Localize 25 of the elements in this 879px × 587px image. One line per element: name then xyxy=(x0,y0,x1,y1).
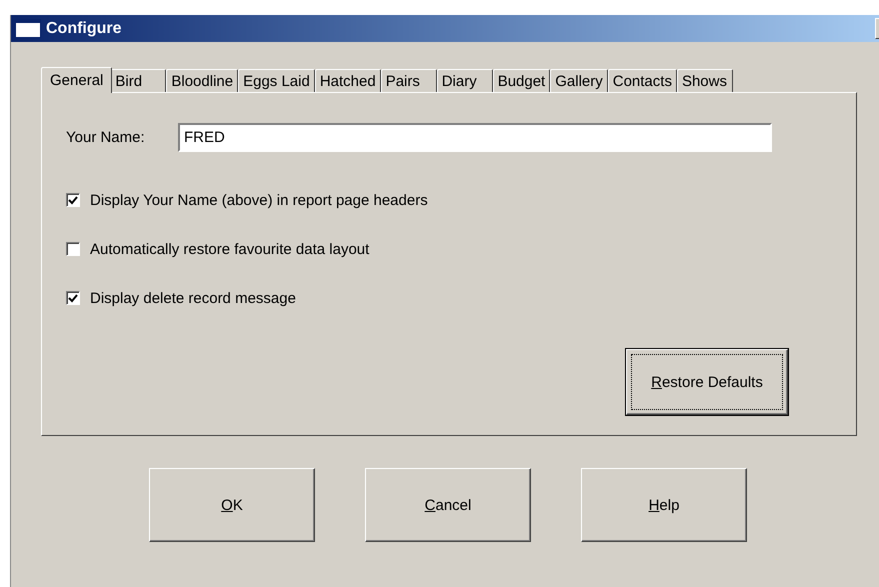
restore-defaults-button[interactable]: Restore Defaults xyxy=(626,349,788,415)
tab[interactable]: Gallery xyxy=(550,69,608,92)
tab[interactable]: Hatched xyxy=(314,69,381,92)
tab[interactable]: General xyxy=(41,67,112,93)
checkbox-label: Automatically restore favourite data layout xyxy=(90,240,370,258)
window-title: Configure xyxy=(46,20,123,38)
tab[interactable]: Bloodline xyxy=(166,69,238,92)
tab[interactable]: Pairs xyxy=(380,69,437,92)
dialog-button[interactable]: Cancel xyxy=(365,468,531,542)
tab[interactable]: Shows xyxy=(676,69,733,92)
checkbox-label: Display Your Name (above) in report page headers xyxy=(90,192,428,208)
dialog-button[interactable]: OK xyxy=(149,468,315,542)
name-label: Your Name: xyxy=(66,129,146,146)
checkbox-label: Display delete record message xyxy=(90,290,296,306)
checkbox[interactable] xyxy=(66,193,80,207)
checkbox[interactable] xyxy=(66,242,80,256)
name-input[interactable]: FRED xyxy=(178,123,772,152)
tab[interactable]: Eggs Laid xyxy=(238,69,315,92)
tab[interactable]: Diary xyxy=(436,69,493,92)
tab[interactable]: Contacts xyxy=(608,69,677,92)
dialog-button[interactable]: Help xyxy=(581,468,747,542)
tab[interactable]: Bird xyxy=(110,69,166,92)
window-icon xyxy=(15,19,41,38)
tab[interactable]: Budget xyxy=(492,69,550,92)
checkbox[interactable] xyxy=(66,291,80,305)
